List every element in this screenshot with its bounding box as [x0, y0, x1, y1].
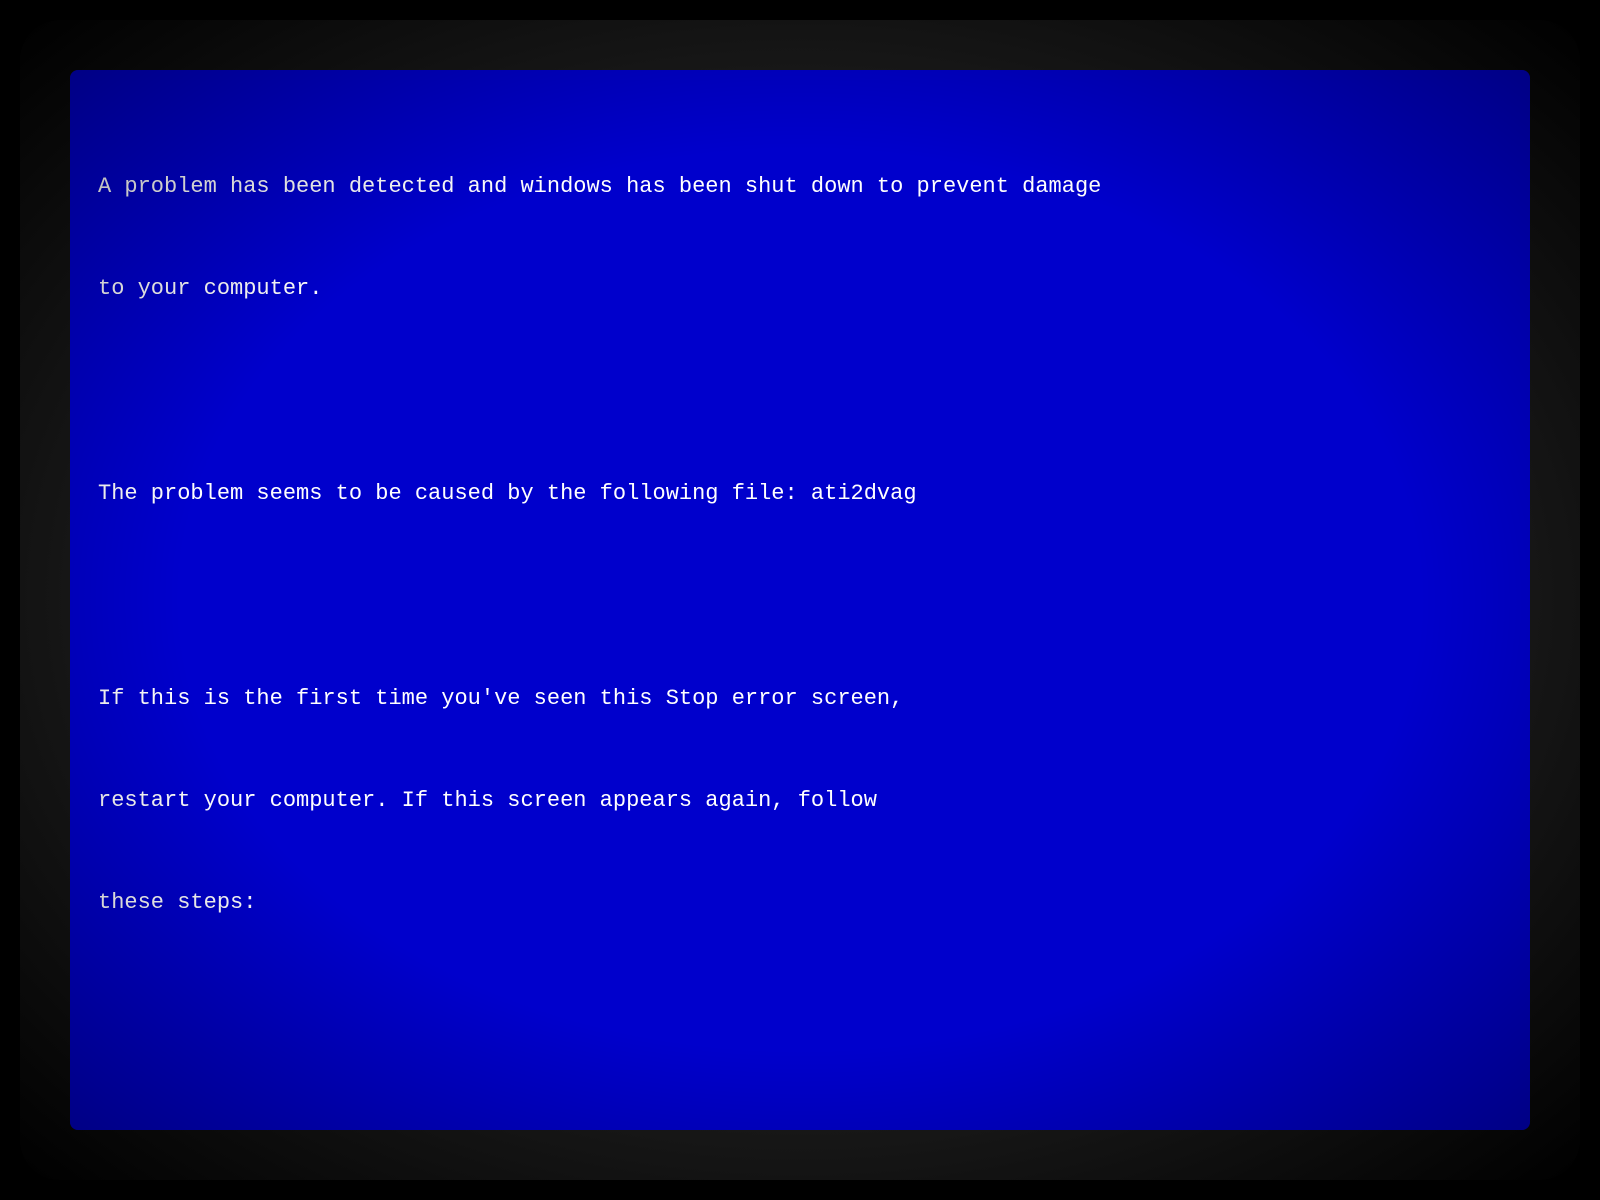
bsod-line-3: The problem seems to be caused by the fo…	[98, 477, 1502, 511]
bsod-line-1: A problem has been detected and windows …	[98, 170, 1502, 204]
monitor-outer: A problem has been detected and windows …	[20, 20, 1580, 1180]
bsod-blank-1	[98, 375, 1502, 409]
bsod-blank-4	[98, 1091, 1502, 1125]
bsod-line-5: restart your computer. If this screen ap…	[98, 784, 1502, 818]
bsod-screen: A problem has been detected and windows …	[70, 70, 1530, 1130]
bsod-line-6: these steps:	[98, 886, 1502, 920]
bsod-line-4: If this is the first time you've seen th…	[98, 682, 1502, 716]
bsod-content: A problem has been detected and windows …	[98, 102, 1502, 1130]
bsod-blank-2	[98, 579, 1502, 613]
bsod-line-2: to your computer.	[98, 272, 1502, 306]
bsod-blank-3	[98, 988, 1502, 1022]
